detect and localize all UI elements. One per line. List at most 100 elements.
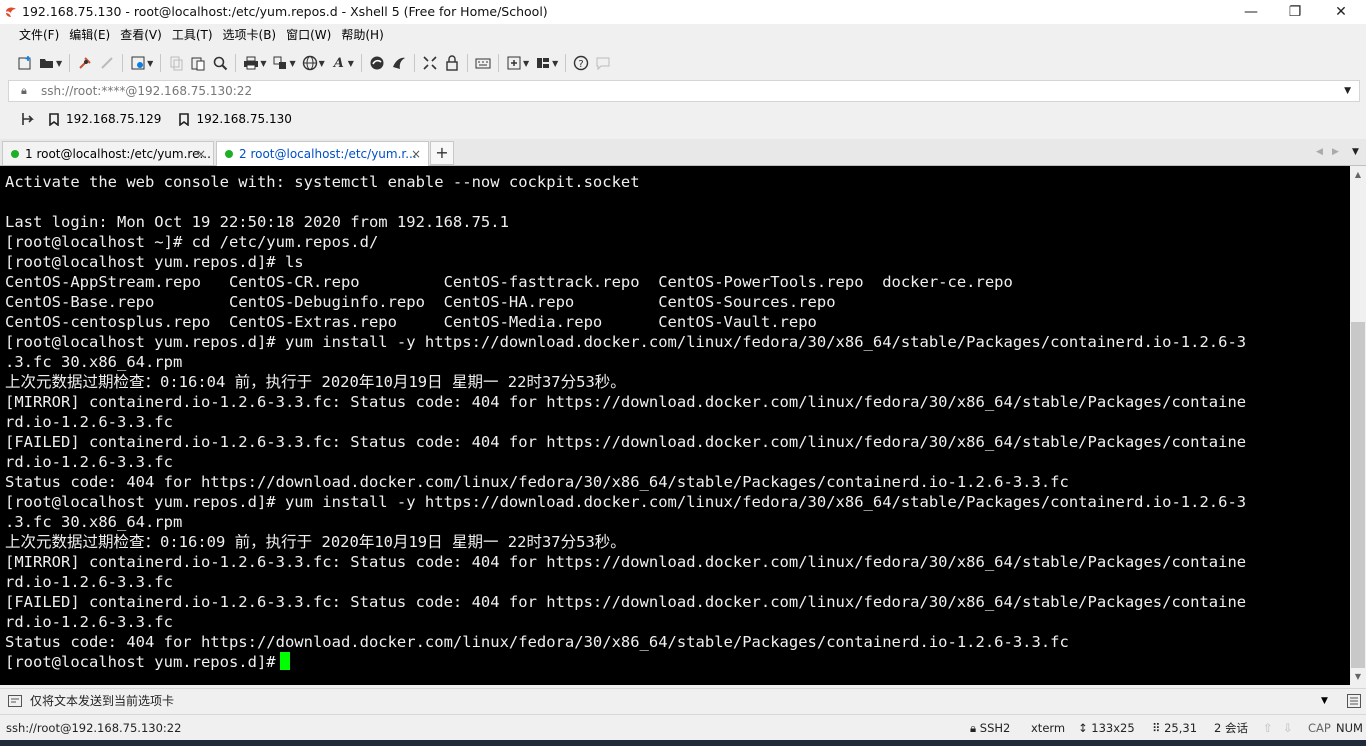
disconnect-icon[interactable]: [99, 55, 115, 71]
link-label: 192.168.75.129: [66, 112, 162, 126]
connected-status-icon: [225, 150, 233, 158]
status-num: NUM: [1336, 721, 1363, 735]
tab-close-icon[interactable]: ×: [196, 142, 206, 166]
new-session-icon[interactable]: [17, 55, 33, 71]
transfer-icon[interactable]: [272, 55, 288, 71]
open-dropdown-icon[interactable]: ▼: [56, 59, 62, 68]
toolbar-separator: [565, 54, 567, 72]
address-input[interactable]: ssh://root:****@192.168.75.130:22: [41, 81, 252, 101]
terminal-line: 上次元数据过期检查：0:16:09 前，执行于 2020年10月19日 星期一 …: [5, 533, 626, 551]
transfer-dropdown-icon[interactable]: ▼: [289, 59, 295, 68]
status-bar: ssh://root@192.168.75.130:22 🔒︎ SSH2 xte…: [0, 714, 1366, 741]
tab-session-2[interactable]: 2 root@localhost:/etc/yum.r... ×: [216, 141, 429, 166]
close-button[interactable]: ✕: [1318, 0, 1364, 24]
compose-menu-icon[interactable]: [8, 695, 22, 707]
menu-view[interactable]: 查看(V): [120, 24, 162, 46]
print-icon[interactable]: [243, 55, 259, 71]
status-position: ⠿ 25,31: [1152, 721, 1198, 735]
reconnect-icon[interactable]: [77, 55, 93, 71]
menu-help[interactable]: 帮助(H): [341, 24, 383, 46]
chat-icon[interactable]: [595, 55, 611, 71]
compose-bar[interactable]: 仅将文本发送到当前选项卡 ▼: [0, 688, 1366, 713]
terminal-line: rd.io-1.2.6-3.3.fc: [5, 413, 173, 431]
minimize-button[interactable]: —: [1228, 0, 1274, 24]
status-connection: ssh://root@192.168.75.130:22: [6, 721, 182, 735]
toolbar-separator: [497, 54, 499, 72]
scroll-up-icon[interactable]: ▲: [1350, 170, 1366, 179]
layout-dropdown-icon[interactable]: ▼: [552, 59, 558, 68]
links-toggle-icon[interactable]: [21, 111, 37, 127]
terminal-prompt-line: [root@localhost yum.repos.d]#: [5, 652, 1246, 672]
xftp-icon[interactable]: [369, 55, 385, 71]
tab-session-1[interactable]: 1 root@localhost:/etc/yum.re... ×: [2, 141, 214, 165]
paste-icon[interactable]: [190, 55, 206, 71]
terminal-line: [root@localhost yum.repos.d]# yum instal…: [5, 333, 1247, 351]
layout-icon[interactable]: [535, 55, 551, 71]
terminal-line: [root@localhost ~]# cd /etc/yum.repos.d/: [5, 233, 379, 251]
status-down-icon[interactable]: ⇩: [1283, 715, 1293, 741]
terminal-line: [root@localhost yum.repos.d]# ls: [5, 253, 304, 271]
status-up-icon[interactable]: ⇧: [1263, 715, 1273, 741]
address-dropdown-icon[interactable]: ▼: [1344, 81, 1351, 101]
terminal-line: [root@localhost yum.repos.d]# yum instal…: [5, 493, 1247, 511]
terminal-line: .3.fc 30.x86_64.rpm: [5, 353, 183, 371]
link-192-168-75-129[interactable]: 192.168.75.129: [49, 112, 161, 126]
status-position-label: 25,31: [1164, 721, 1198, 735]
tab-list-icon[interactable]: ▼: [1352, 139, 1359, 165]
menu-window[interactable]: 窗口(W): [286, 24, 331, 46]
link-192-168-75-130[interactable]: 192.168.75.130: [179, 112, 292, 126]
status-size-label: 133x25: [1091, 721, 1135, 735]
find-icon[interactable]: [212, 55, 228, 71]
bookmark-icon: [49, 112, 59, 126]
keyboard-icon[interactable]: [475, 55, 491, 71]
menu-tab[interactable]: 选项卡(B): [223, 24, 277, 46]
svg-text:?: ?: [579, 59, 584, 70]
address-bar[interactable]: 🔒︎ ssh://root:****@192.168.75.130:22 ▼: [8, 80, 1360, 102]
properties-icon[interactable]: [130, 55, 146, 71]
terminal-area[interactable]: Activate the web console with: systemctl…: [0, 166, 1350, 685]
tab-label: 1 root@localhost:/etc/yum.re...: [25, 147, 211, 161]
terminal-line: rd.io-1.2.6-3.3.fc: [5, 613, 173, 631]
globe-dropdown-icon[interactable]: ▼: [319, 59, 325, 68]
font-icon[interactable]: A: [331, 55, 347, 71]
globe-icon[interactable]: [302, 55, 318, 71]
compose-dropdown-icon[interactable]: ▼: [1321, 689, 1328, 713]
new-tab-dropdown-icon[interactable]: ▼: [523, 59, 529, 68]
print-dropdown-icon[interactable]: ▼: [260, 59, 266, 68]
copy-icon[interactable]: [168, 55, 184, 71]
toolbar-separator: [413, 54, 415, 72]
fullscreen-icon[interactable]: [422, 55, 438, 71]
tab-close-icon[interactable]: ×: [411, 142, 421, 166]
menu-file[interactable]: 文件(F): [19, 24, 59, 46]
tab-next-icon[interactable]: ▶: [1332, 139, 1339, 165]
xshell-logo-icon: [6, 7, 16, 17]
menu-tools[interactable]: 工具(T): [172, 24, 213, 46]
terminal-line: [FAILED] containerd.io-1.2.6-3.3.fc: Sta…: [5, 433, 1247, 451]
toolbar-separator: [466, 54, 468, 72]
add-tab-button[interactable]: +: [430, 141, 454, 165]
maximize-button[interactable]: ❐: [1272, 0, 1318, 24]
terminal-line: Last login: Mon Oct 19 22:50:18 2020 fro…: [5, 213, 509, 231]
terminal-line: rd.io-1.2.6-3.3.fc: [5, 453, 173, 471]
terminal-line: 上次元数据过期检查：0:16:04 前，执行于 2020年10月19日 星期一 …: [5, 373, 626, 391]
terminal-line: CentOS-AppStream.repo CentOS-CR.repo Cen…: [5, 273, 1013, 291]
terminal-line: .3.fc 30.x86_64.rpm: [5, 513, 183, 531]
scrollbar-thumb[interactable]: [1351, 322, 1365, 668]
new-tab-icon[interactable]: [506, 55, 522, 71]
xmanager-icon[interactable]: [391, 55, 407, 71]
tab-prev-icon[interactable]: ◀: [1316, 139, 1323, 165]
terminal-line: rd.io-1.2.6-3.3.fc: [5, 573, 173, 591]
help-icon[interactable]: ?: [573, 55, 589, 71]
properties-dropdown-icon[interactable]: ▼: [147, 59, 153, 68]
terminal-line: [MIRROR] containerd.io-1.2.6-3.3.fc: Sta…: [5, 553, 1247, 571]
compose-options-icon[interactable]: [1347, 694, 1361, 708]
lock-icon[interactable]: [444, 55, 460, 71]
open-folder-icon[interactable]: [39, 55, 55, 71]
status-sessions: 2 会话: [1214, 721, 1248, 735]
terminal-line: Activate the web console with: systemctl…: [5, 173, 640, 191]
menu-edit[interactable]: 编辑(E): [69, 24, 110, 46]
tab-bar: 1 root@localhost:/etc/yum.re... × 2 root…: [0, 139, 1366, 166]
scroll-down-icon[interactable]: ▼: [1350, 672, 1366, 681]
font-dropdown-icon[interactable]: ▼: [348, 59, 354, 68]
